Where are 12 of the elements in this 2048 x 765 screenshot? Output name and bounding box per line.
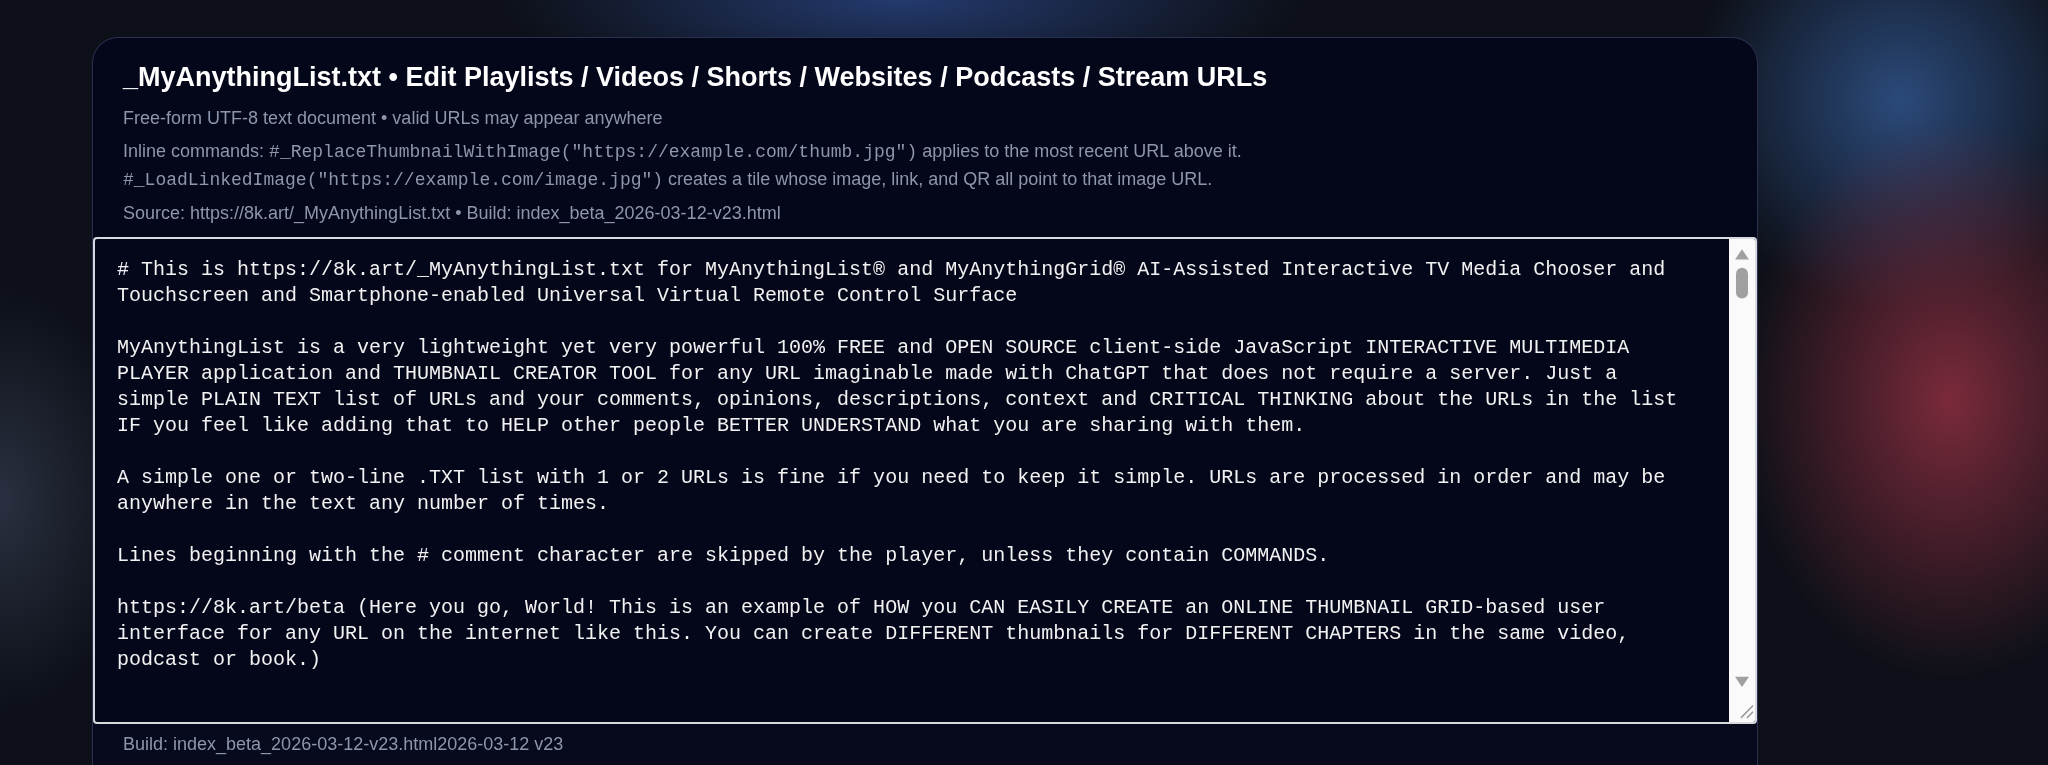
editor-paragraph: Lines beginning with the # comment character are skipped by the player, unless they contain COMMANDS. xyxy=(117,543,1331,569)
editor-paragraph: A simple one or two-line .TXT list with 1 or 2 URLs is fine if you need to keep it simple. URLs are processed in order and may be anywhere in the text any number of times. xyxy=(117,465,1667,517)
editor-paragraph: # This is https://8k.art/_MyAnythingList.txt for MyAnythingList® and MyAnythingGrid® AI-Assisted Interactive TV Media Chooser and Touchscreen and Smartphone-enabled Universal Virtual Remote Control Surface xyxy=(117,257,1667,309)
subtitle: Free-form UTF-8 text document • valid URLs may appear anywhere xyxy=(123,107,664,130)
text-editor[interactable] xyxy=(93,237,1757,724)
editor-paragraph: https://8k.art/beta (Here you go, World! This is an example of HOW you CAN EASILY CREATE an ONLINE THUMBNAIL GRID-based user interface for any URL on the internet like this. You can create DIFFERENT thumbnails for DIFFERENT CHAPTERS in the same video, podcast or book.) xyxy=(117,595,1631,673)
build-info: Build: index_beta_2026-03-12-v23.html2026-03-12 v23 xyxy=(93,724,1757,765)
scrollbar[interactable] xyxy=(1729,239,1755,722)
editor-paragraph: MyAnythingList is a very lightweight yet very powerful 100% FREE and OPEN SOURCE client-side JavaScript INTERACTIVE MULTIMEDIA PLAYER application and THUMBNAIL CREATOR TOOL for any URL imaginable made with ChatGPT that does not require a server. Just a simple PLAIN TEXT list of URLs and your comments, opinions, descriptions, context and CRITICAL THINKING about the URLs in the list IF you feel like adding that to HELP other people BETTER UNDERSTAND what you are sharing with them. xyxy=(117,335,1679,439)
commands-description: Inline commands: #_ReplaceThumbnailWithImage("https://example.com/thumb.jpg") applies to the most recent URL above it. #_LoadLinkedImage("https://example.com/image.jpg") creates a tile whose image, link, and QR all point to that image URL. xyxy=(123,140,1243,192)
page-title: _MyAnythingList.txt • Edit Playlists / Videos / Shorts / Websites / Podcasts / Stream URLs xyxy=(123,62,1269,93)
source-info: Source: https://8k.art/_MyAnythingList.txt • Build: index_beta_2026-03-12-v23.html xyxy=(123,202,782,226)
